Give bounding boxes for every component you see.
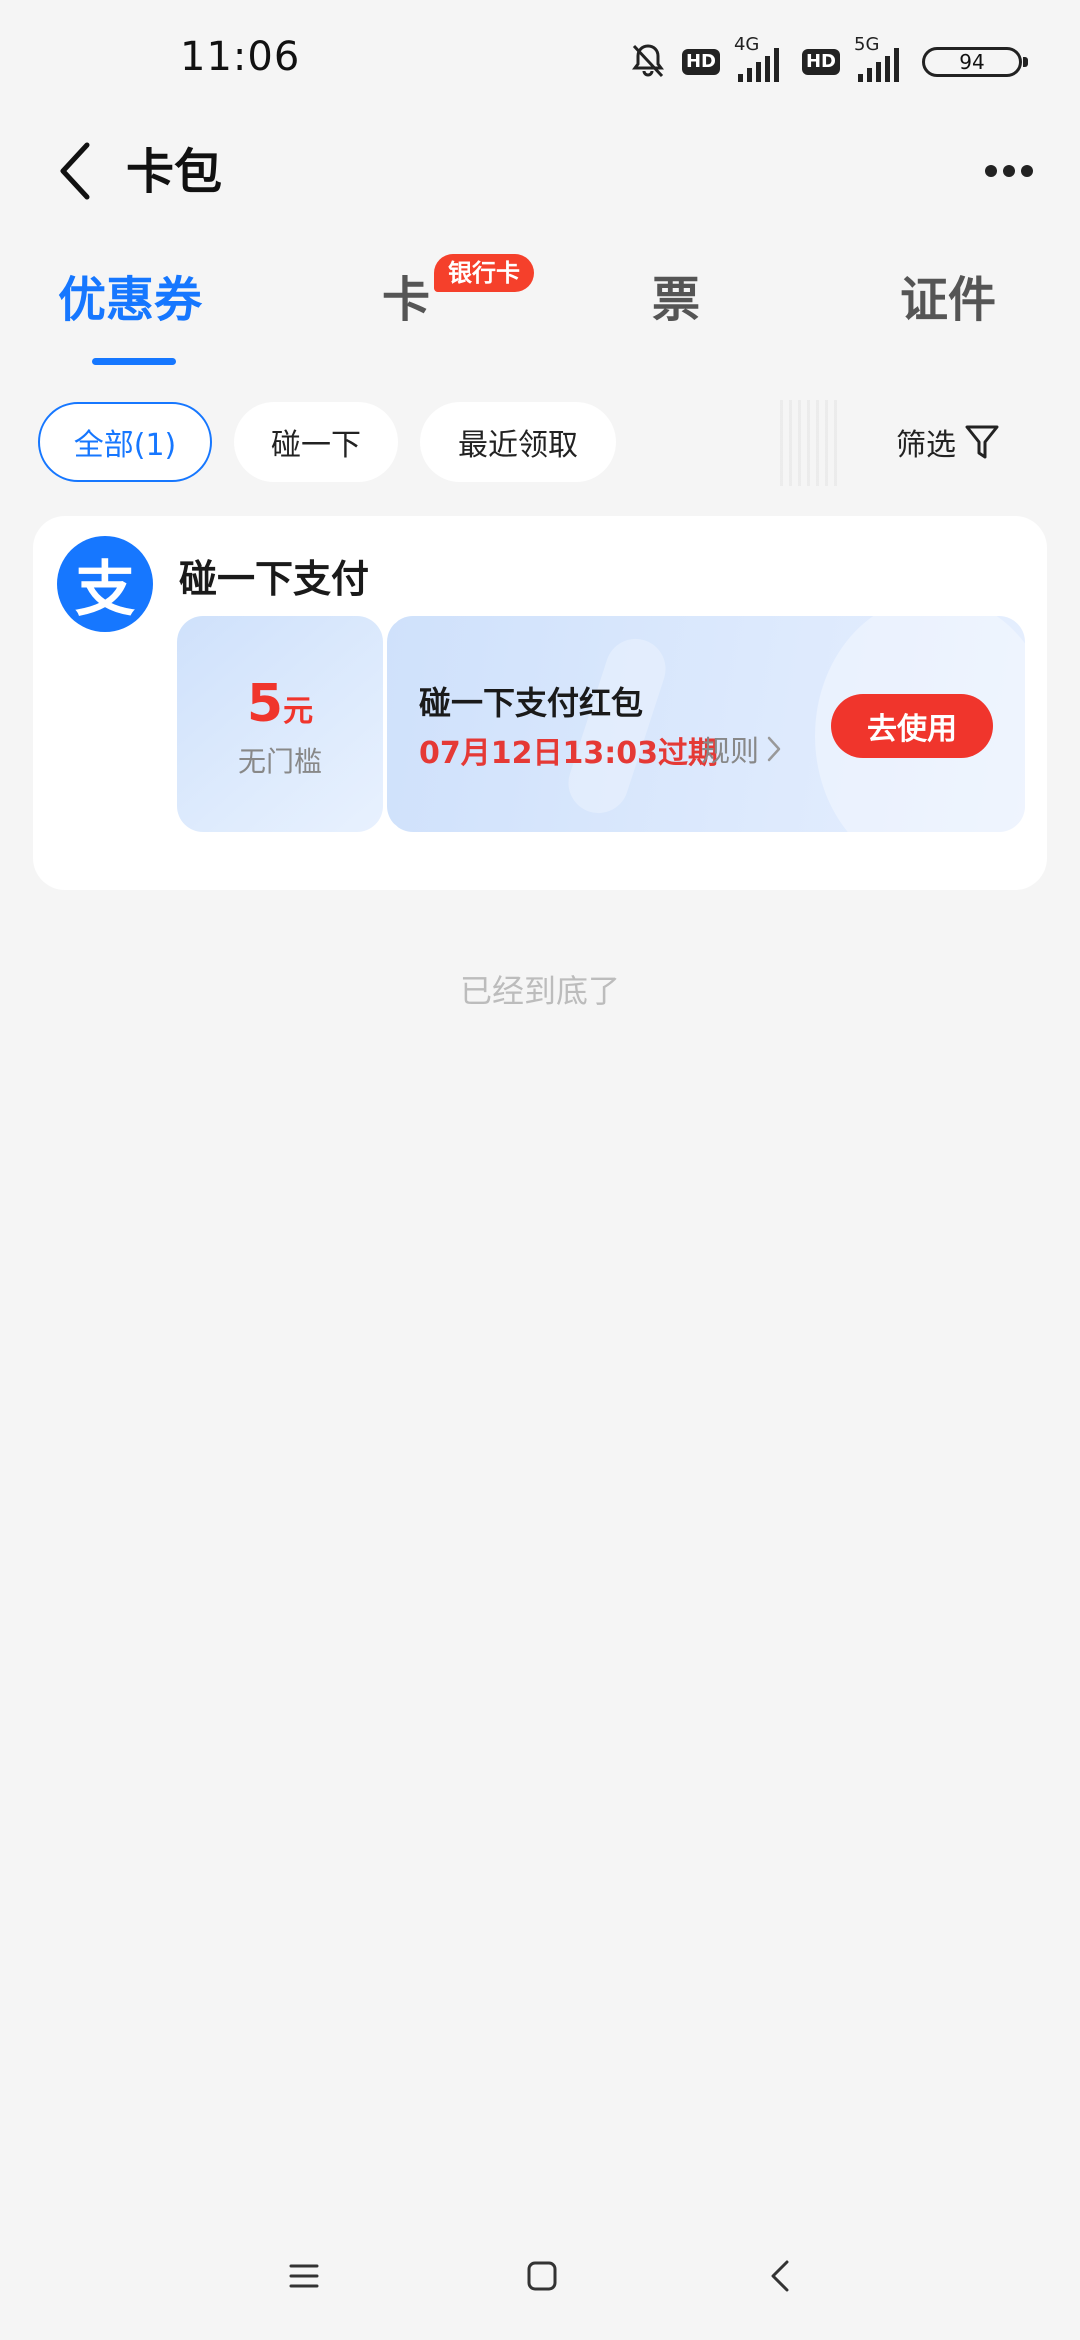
page-title: 卡包 xyxy=(126,144,223,200)
tab-coupons[interactable]: 优惠券 xyxy=(58,270,202,330)
signal-icon-1: 4G xyxy=(734,34,788,84)
end-of-list-text: 已经到底了 xyxy=(459,972,620,1010)
tab-badge-bank-card: 银行卡 xyxy=(434,254,534,292)
filter-label: 筛选 xyxy=(896,428,956,463)
tab-documents[interactable]: 证件 xyxy=(900,270,996,330)
hd-badge-1: HD xyxy=(681,49,720,75)
filter-button[interactable]: 筛选 xyxy=(896,402,1000,482)
battery-icon: 94 xyxy=(922,47,1028,77)
status-time: 11:06 xyxy=(180,34,301,80)
tab-cards[interactable]: 卡 xyxy=(382,270,430,330)
nav-back-button[interactable] xyxy=(750,2246,810,2306)
header: 卡包 xyxy=(0,120,1080,230)
tab-active-indicator xyxy=(92,358,176,365)
coupon-expiry: 07月12日13:03过期 xyxy=(419,736,718,771)
coupon-group-card: 支 碰一下支付 5元 无门槛 碰一下支付红包 07月12日13:03过期 规则 … xyxy=(33,516,1047,890)
filter-divider xyxy=(780,400,840,486)
chip-all[interactable]: 全部(1) xyxy=(38,402,212,482)
coupon-rules-label: 规则 xyxy=(701,734,760,768)
coupon-value-panel: 5元 无门槛 xyxy=(177,616,383,832)
chip-recent[interactable]: 最近领取 xyxy=(420,402,616,482)
nav-menu-button[interactable] xyxy=(274,2246,334,2306)
coupon-notch xyxy=(373,822,401,842)
tab-bar: 优惠券 卡 银行卡 票 证件 xyxy=(0,250,1080,370)
coupon-amount-unit: 元 xyxy=(283,694,314,729)
chevron-left-icon xyxy=(60,142,90,200)
coupon-amount: 5元 xyxy=(177,674,383,734)
coupon-threshold: 无门槛 xyxy=(237,745,322,778)
battery-level: 94 xyxy=(959,50,985,74)
tab-tickets[interactable]: 票 xyxy=(652,270,700,330)
funnel-icon xyxy=(965,425,999,459)
more-button[interactable] xyxy=(974,146,1044,196)
nav-home-button[interactable] xyxy=(512,2246,572,2306)
status-bar: 11:06 HD 4G HD 5G 94 xyxy=(0,0,1080,120)
bell-muted-icon xyxy=(628,40,668,84)
chevron-right-icon xyxy=(767,736,781,762)
chip-tap[interactable]: 碰一下 xyxy=(234,402,398,482)
chevron-left-icon xyxy=(771,2260,789,2292)
use-coupon-button[interactable]: 去使用 xyxy=(831,694,993,758)
system-nav-bar xyxy=(0,2230,1080,2320)
menu-icon xyxy=(289,2264,319,2288)
signal-icon-2: 5G xyxy=(854,34,908,84)
back-button[interactable] xyxy=(40,126,110,216)
more-horizontal-icon xyxy=(985,165,1033,177)
coupon-title: 碰一下支付红包 xyxy=(419,684,644,722)
status-icons: HD 4G HD 5G 94 xyxy=(628,34,1028,86)
merchant-name: 碰一下支付 xyxy=(179,557,370,601)
coupon-decoration-stripe xyxy=(560,631,674,821)
coupon-item[interactable]: 5元 无门槛 碰一下支付红包 07月12日13:03过期 规则 去使用 xyxy=(177,606,1025,842)
alipay-logo-icon: 支 xyxy=(57,536,153,632)
coupon-info-panel: 碰一下支付红包 07月12日13:03过期 规则 去使用 xyxy=(387,616,1025,832)
coupon-rules-link[interactable]: 规则 xyxy=(701,728,781,770)
filter-bar: 全部(1) 碰一下 最近领取 筛选 xyxy=(0,400,1080,490)
hd-badge-2: HD xyxy=(801,49,840,75)
coupon-amount-value: 5 xyxy=(246,674,284,734)
square-home-icon xyxy=(527,2261,557,2291)
